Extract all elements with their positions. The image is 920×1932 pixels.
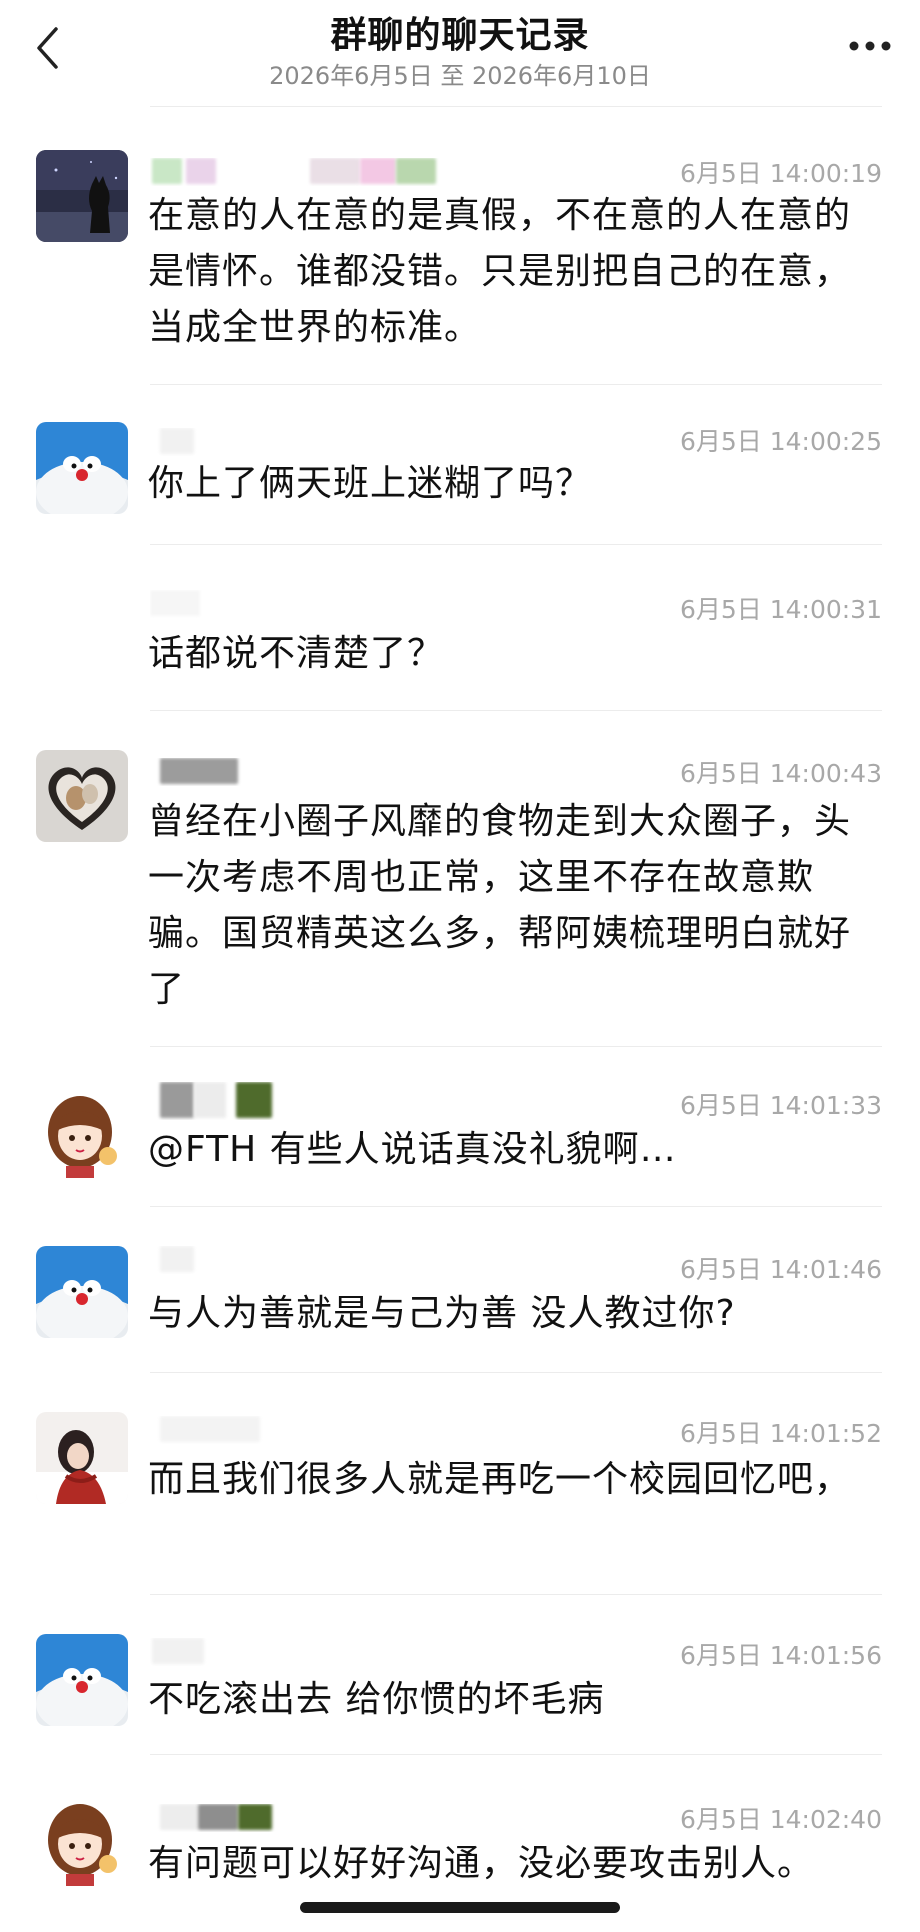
sender-name-redacted [150,1082,470,1120]
message-time: 6月5日 14:01:46 [679,1255,882,1284]
sender-name-redacted [150,1246,470,1274]
message-time: 6月5日 14:00:19 [679,159,882,188]
sender-name-redacted [150,1638,470,1666]
avatar[interactable] [36,1412,128,1504]
divider [150,1372,882,1373]
message-text: 你上了俩天班上迷糊了吗？ [148,463,593,504]
avatar[interactable] [36,1246,128,1338]
avatar[interactable] [36,750,128,842]
message-text: @FTH 有些人说话真没礼貌啊… [148,1129,677,1170]
divider [150,384,882,385]
message-text: 话都说不清楚了？ [148,633,445,674]
avatar[interactable] [36,1794,128,1886]
message-time: 6月5日 14:01:52 [679,1419,882,1448]
message-text: 曾经在小圈子风靡的食物走到大众圈子，头一次考虑不周也正常，这里不存在故意欺骗。国… [148,801,852,1010]
message-time: 6月5日 14:00:43 [679,759,882,788]
sender-name-redacted [150,590,470,618]
avatar[interactable] [36,1086,128,1178]
more-button[interactable] [842,22,898,70]
sender-name-redacted [150,758,470,786]
sender-name-redacted [150,428,470,456]
divider [150,544,882,545]
message-time: 6月5日 14:01:33 [679,1091,882,1120]
page-title: 群聊的聊天记录 [330,15,590,56]
message-text: 而且我们很多人就是再吃一个校园回忆吧， [148,1459,852,1500]
message-time: 6月5日 14:00:31 [679,595,882,624]
divider [150,1046,882,1047]
avatar[interactable] [36,1634,128,1726]
divider [150,106,882,107]
divider [150,710,882,711]
message-text: 不吃滚出去 给你惯的坏毛病 [148,1679,605,1720]
message-text: 有问题可以好好沟通，没必要攻击别人。 [148,1843,815,1884]
home-indicator[interactable] [300,1902,620,1913]
message-text: 在意的人在意的是真假，不在意的人在意的是情怀。谁都没错。只是别把自己的在意，当成… [148,195,852,348]
divider [150,1206,882,1207]
message-time: 6月5日 14:01:56 [679,1641,882,1670]
divider [150,1754,882,1755]
avatar[interactable] [36,422,128,514]
divider [150,1594,882,1595]
sender-name-redacted [150,158,470,186]
sender-name-redacted [150,1416,470,1444]
message-time: 6月5日 14:00:25 [679,427,882,456]
avatar[interactable] [36,150,128,242]
date-range: 2026年6月5日 至 2026年6月10日 [269,62,651,90]
chat-history-header: 群聊的聊天记录 2026年6月5日 至 2026年6月10日 [0,0,920,104]
message-time: 6月5日 14:02:40 [679,1805,882,1834]
message-text: 与人为善就是与己为善 没人教过你? [148,1293,736,1334]
more-dots-icon [849,41,891,51]
sender-name-redacted [150,1804,470,1832]
